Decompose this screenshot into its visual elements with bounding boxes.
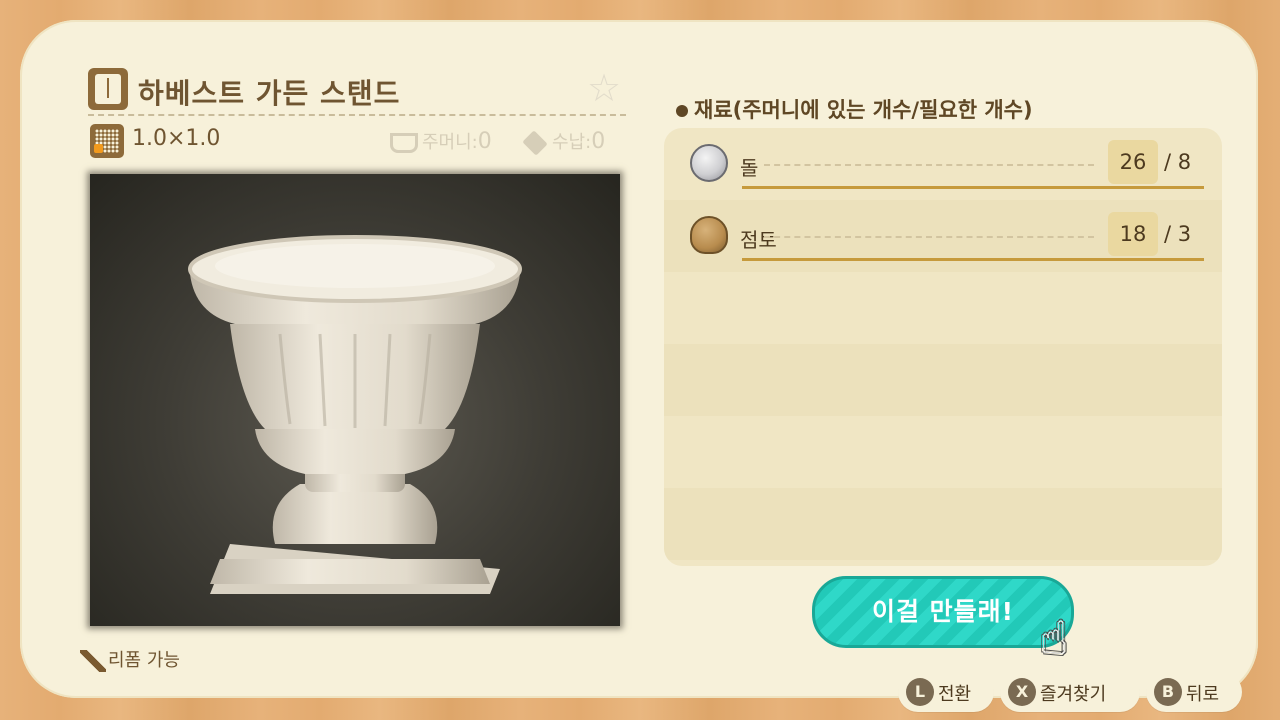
stone-icon	[690, 144, 728, 182]
box-icon	[522, 130, 548, 156]
title-divider	[88, 114, 626, 116]
x-button-icon: X	[1008, 678, 1036, 706]
craft-button-label: 이걸 만들래!	[871, 597, 1015, 626]
item-title-row: 하베스트 가든 스탠드 ☆	[88, 66, 626, 118]
storage-count: 수납:0	[522, 128, 606, 156]
bullet-dot-icon	[676, 105, 688, 117]
pocket-label: 주머니:	[422, 132, 478, 153]
back-hint-button[interactable]: B 뒤로	[1146, 672, 1242, 712]
dotted-leader	[764, 236, 1094, 238]
materials-header: 재료(주머니에 있는 개수/필요한 개수)	[676, 94, 1033, 124]
material-have-count: 26	[1108, 140, 1158, 184]
item-preview-image	[90, 174, 620, 626]
material-row-stone: 돌 26 / 8	[664, 128, 1222, 200]
brush-icon	[80, 650, 106, 672]
materials-list: 돌 26 / 8 점토 18 / 3	[664, 128, 1222, 566]
storage-value: 0	[591, 129, 606, 154]
diy-recipe-icon	[88, 68, 128, 110]
dotted-leader	[764, 164, 1094, 166]
favorite-star-icon[interactable]: ☆	[584, 68, 624, 108]
material-row-empty	[664, 416, 1222, 488]
garden-stand-urn-image	[188, 235, 522, 594]
item-size: 1.0×1.0	[132, 126, 221, 151]
storage-label: 수납:	[552, 132, 592, 153]
item-title: 하베스트 가든 스탠드	[138, 77, 401, 110]
l-button-icon: L	[906, 678, 934, 706]
clay-icon	[690, 216, 728, 254]
craft-button[interactable]: 이걸 만들래!	[812, 576, 1074, 648]
material-underline	[742, 258, 1204, 261]
pointer-hand-icon: ☝	[1040, 611, 1069, 665]
material-need-count: / 3	[1164, 222, 1192, 246]
material-need-count: / 8	[1164, 150, 1192, 174]
material-row-empty	[664, 488, 1222, 560]
materials-header-text: 재료(주머니에 있는 개수/필요한 개수)	[694, 98, 1033, 122]
material-row-clay: 점토 18 / 3	[664, 200, 1222, 272]
favorite-hint-button[interactable]: X 즐겨찾기	[1000, 672, 1140, 712]
bag-icon	[390, 133, 418, 153]
material-row-empty	[664, 272, 1222, 344]
remake-label: 리폼 가능	[108, 650, 180, 671]
material-name: 점토	[740, 228, 777, 252]
remake-available: 리폼 가능	[80, 646, 180, 672]
back-hint-label: 뒤로	[1186, 684, 1220, 705]
favorite-hint-label: 즐겨찾기	[1040, 684, 1107, 705]
material-row-empty	[664, 344, 1222, 416]
switch-hint-button[interactable]: L 전환	[898, 672, 994, 712]
pocket-count: 주머니:0	[390, 128, 492, 154]
grid-size-icon	[90, 124, 124, 158]
material-have-count: 18	[1108, 212, 1158, 256]
b-button-icon: B	[1154, 678, 1182, 706]
material-name: 돌	[740, 156, 759, 180]
switch-hint-label: 전환	[938, 684, 972, 705]
material-underline	[742, 186, 1204, 189]
pocket-value: 0	[477, 129, 492, 154]
